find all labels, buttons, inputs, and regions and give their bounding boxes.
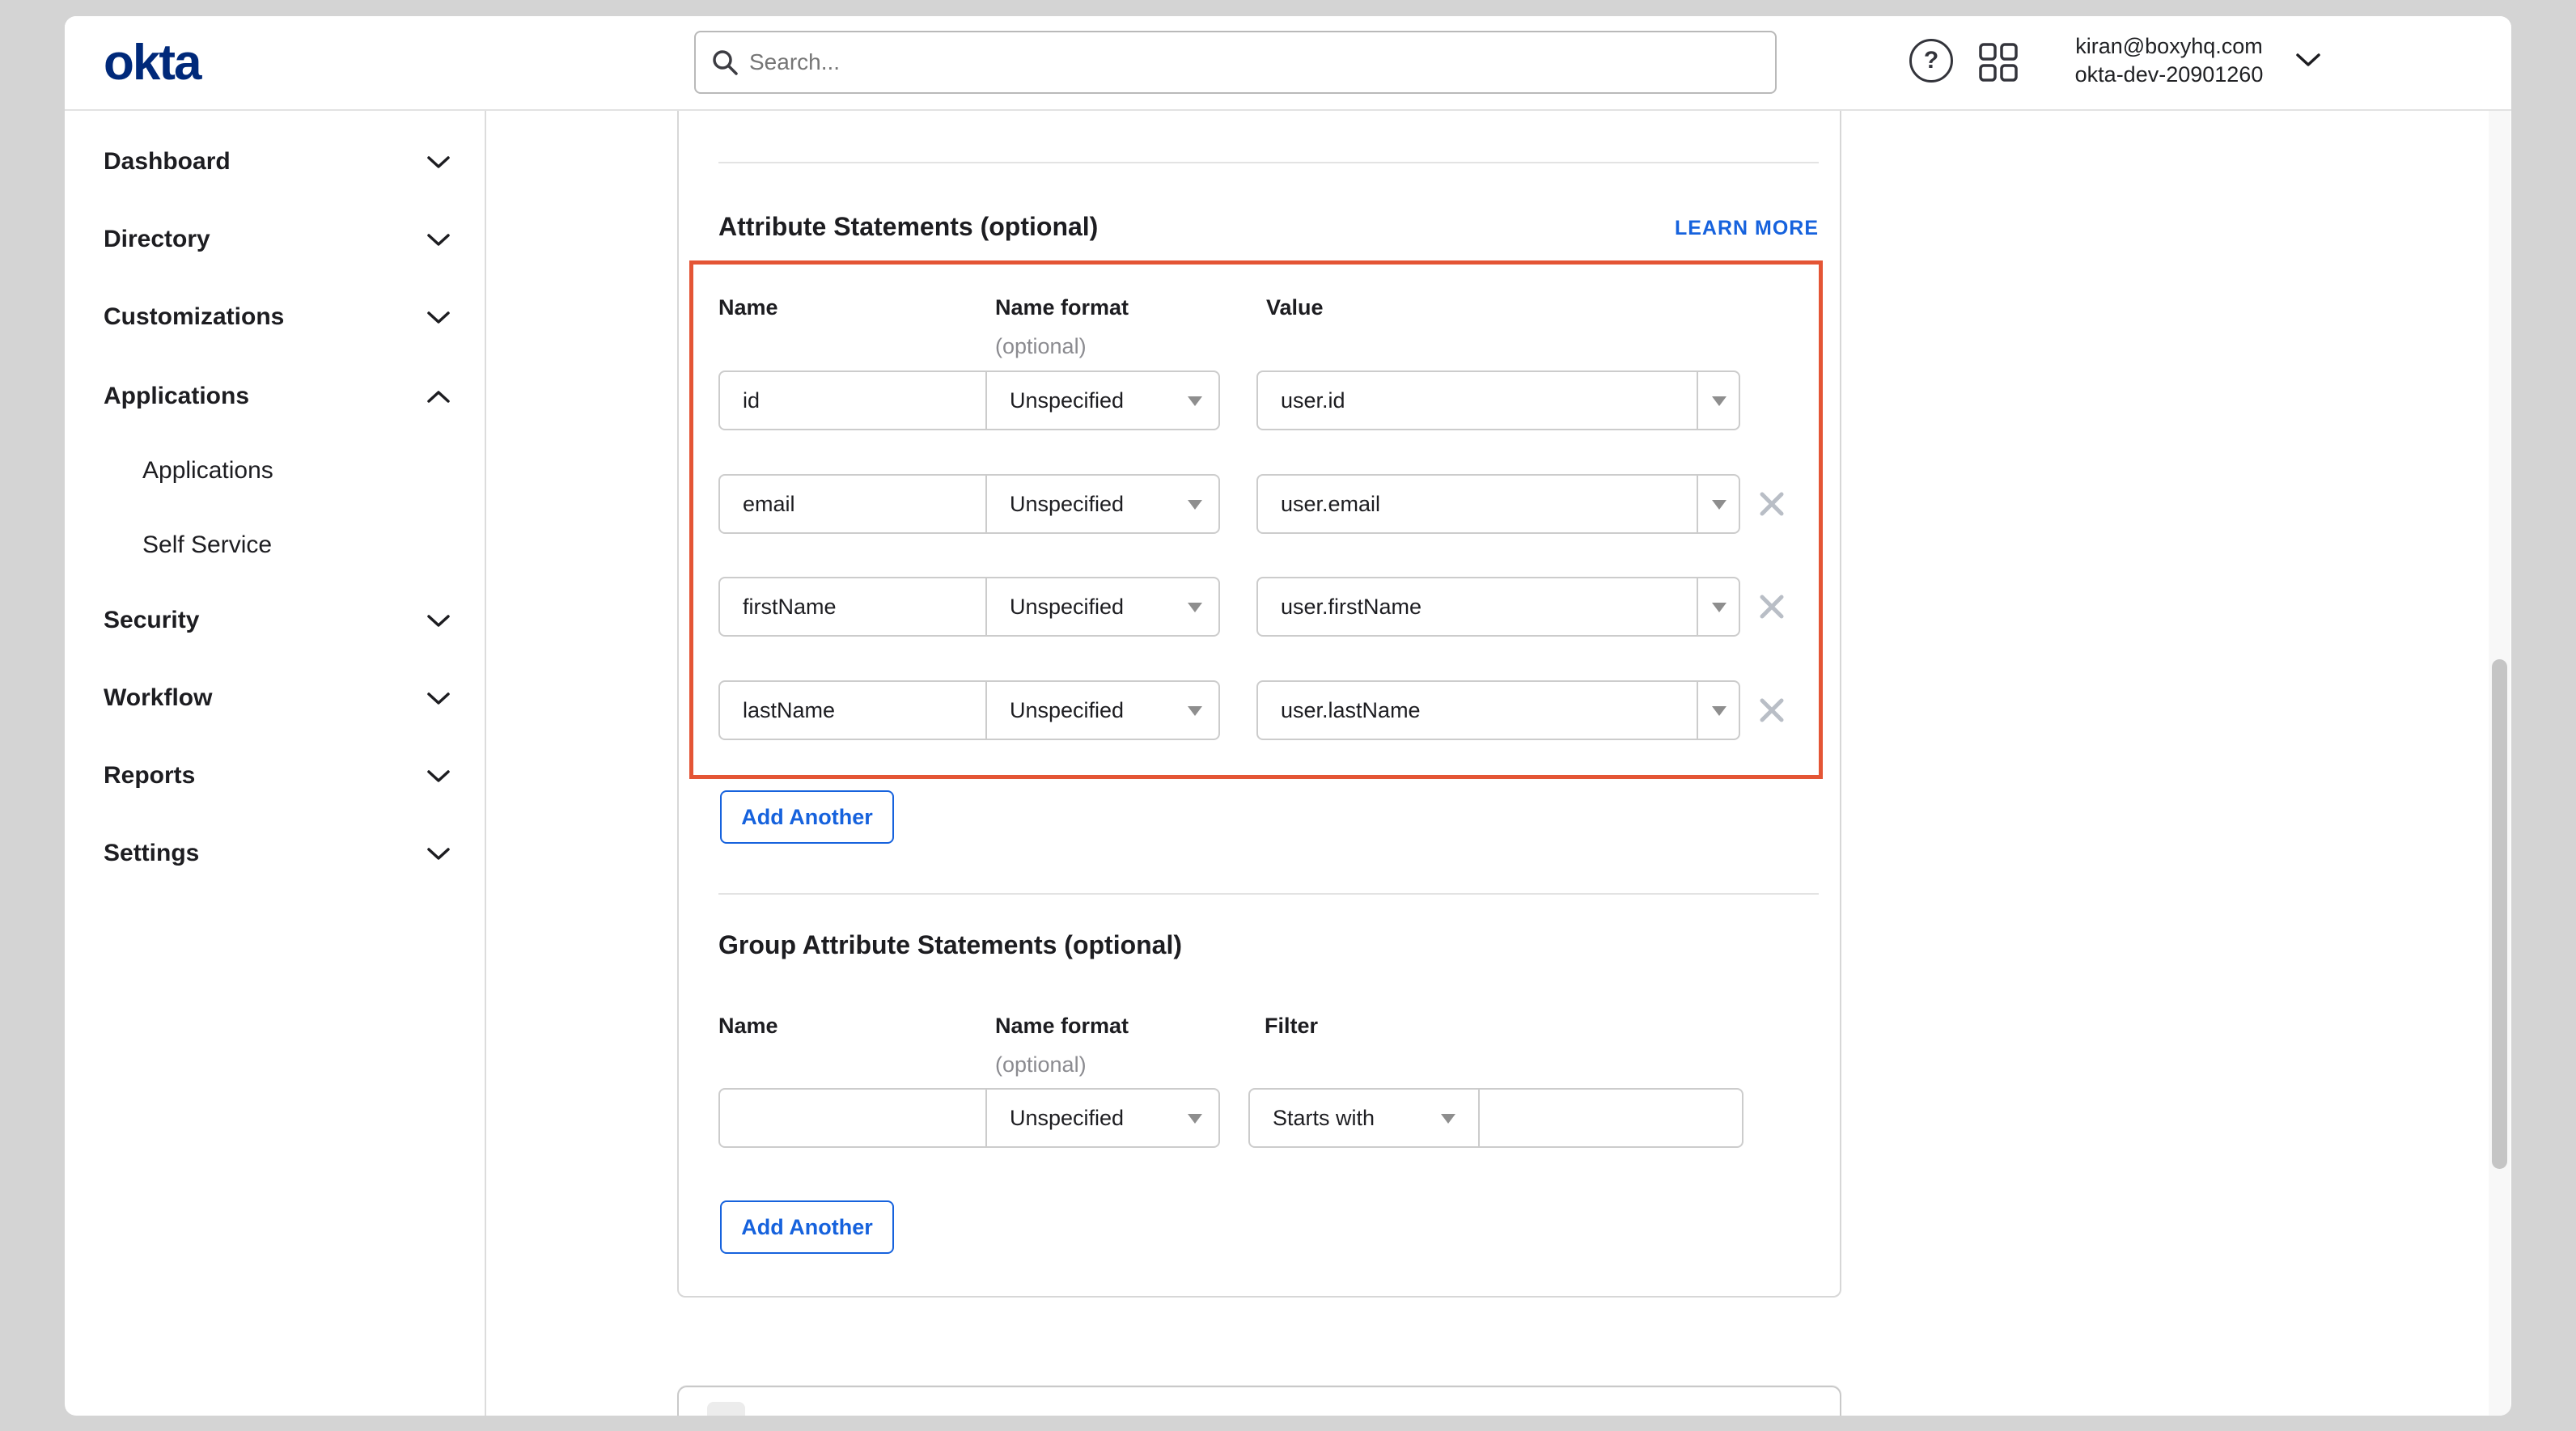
section-divider bbox=[718, 162, 1819, 163]
chevron-down-icon bbox=[426, 233, 451, 247]
global-search bbox=[694, 31, 1777, 94]
dropdown-arrow-icon bbox=[1712, 706, 1727, 716]
column-header-name: Name bbox=[718, 1014, 778, 1039]
user-email: kiran@boxyhq.com bbox=[2053, 32, 2285, 61]
name-format-select[interactable]: Unspecified bbox=[987, 372, 1220, 429]
column-header-name-format: Name format bbox=[995, 295, 1129, 320]
dropdown-arrow-icon bbox=[1712, 396, 1727, 406]
name-format-select[interactable]: Unspecified bbox=[987, 1090, 1220, 1146]
dropdown-arrow-icon bbox=[1188, 396, 1202, 406]
value-dropdown-button[interactable] bbox=[1697, 372, 1739, 429]
value-dropdown-button[interactable] bbox=[1697, 682, 1739, 739]
app-switcher-button[interactable] bbox=[1979, 43, 2018, 82]
attribute-name-input[interactable] bbox=[720, 372, 985, 429]
sidebar-divider bbox=[485, 111, 486, 1416]
dropdown-arrow-icon bbox=[1188, 603, 1202, 612]
name-format-select[interactable]: Unspecified bbox=[987, 476, 1220, 532]
attribute-statements-title: Attribute Statements (optional) bbox=[718, 212, 1098, 242]
name-format-select[interactable]: Unspecified bbox=[987, 578, 1220, 635]
attribute-name-input[interactable] bbox=[720, 476, 985, 532]
scrollbar-track bbox=[2489, 111, 2510, 1416]
remove-row-button[interactable] bbox=[1757, 592, 1786, 621]
top-header: okta ? kiran@boxyhq.com okta-dev-2090126… bbox=[65, 16, 2511, 111]
app-window: okta ? kiran@boxyhq.com okta-dev-2090126… bbox=[65, 16, 2511, 1416]
add-another-attribute-button[interactable]: Add Another bbox=[720, 790, 894, 844]
chevron-down-icon bbox=[426, 692, 451, 705]
question-mark-icon: ? bbox=[1924, 47, 1938, 74]
filter-type-select[interactable]: Starts with bbox=[1250, 1090, 1478, 1146]
remove-row-button[interactable] bbox=[1757, 696, 1786, 725]
value-dropdown-button[interactable] bbox=[1697, 476, 1739, 532]
dropdown-arrow-icon bbox=[1441, 1114, 1455, 1124]
section-divider bbox=[718, 893, 1819, 895]
chevron-down-icon bbox=[426, 155, 451, 169]
column-header-name-format: Name format bbox=[995, 1014, 1129, 1039]
attribute-value-combobox[interactable]: user.lastName bbox=[1281, 682, 1421, 739]
search-input[interactable] bbox=[694, 31, 1777, 94]
name-format-select[interactable]: Unspecified bbox=[987, 682, 1220, 739]
dropdown-arrow-icon bbox=[1188, 1114, 1202, 1124]
column-header-filter: Filter bbox=[1265, 1014, 1318, 1039]
group-name-input[interactable] bbox=[720, 1090, 985, 1146]
next-section-card bbox=[677, 1386, 1841, 1416]
dropdown-arrow-icon bbox=[1188, 706, 1202, 716]
sidebar-item-workflow[interactable]: Workflow bbox=[65, 682, 485, 714]
chevron-up-icon bbox=[426, 390, 451, 404]
dropdown-arrow-icon bbox=[1712, 500, 1727, 510]
scrollbar-thumb[interactable] bbox=[2492, 659, 2507, 1169]
grid-icon bbox=[1979, 43, 2018, 82]
column-note-optional: (optional) bbox=[995, 1052, 1087, 1077]
user-account-menu[interactable]: kiran@boxyhq.com okta-dev-20901260 bbox=[2053, 32, 2285, 89]
learn-more-link[interactable]: LEARN MORE bbox=[1675, 217, 1819, 240]
sidebar-item-security[interactable]: Security bbox=[65, 604, 485, 637]
dropdown-arrow-icon bbox=[1712, 603, 1727, 612]
chevron-down-icon bbox=[426, 614, 451, 628]
add-another-group-attribute-button[interactable]: Add Another bbox=[720, 1200, 894, 1254]
column-note-optional: (optional) bbox=[995, 334, 1087, 359]
close-icon bbox=[1757, 592, 1786, 621]
sidebar-item-settings[interactable]: Settings bbox=[65, 837, 485, 870]
attribute-name-input[interactable] bbox=[720, 578, 985, 635]
group-attribute-statements-title: Group Attribute Statements (optional) bbox=[718, 930, 1182, 960]
attribute-value-combobox[interactable]: user.firstName bbox=[1281, 578, 1421, 635]
sidebar-item-applications-sub[interactable]: Applications bbox=[65, 455, 485, 487]
page: { "header": { "logo_text": "okta", "sear… bbox=[0, 0, 2576, 1431]
chevron-down-icon bbox=[426, 769, 451, 783]
okta-logo[interactable]: okta bbox=[104, 34, 200, 91]
attribute-value-combobox[interactable]: user.email bbox=[1281, 476, 1380, 532]
org-name: okta-dev-20901260 bbox=[2053, 61, 2285, 89]
remove-row-button[interactable] bbox=[1757, 489, 1786, 519]
section-thumbnail-placeholder bbox=[707, 1402, 745, 1416]
sidebar-item-self-service[interactable]: Self Service bbox=[65, 529, 485, 561]
search-icon bbox=[710, 48, 739, 77]
chevron-down-icon bbox=[2294, 52, 2322, 68]
sidebar-item-applications[interactable]: Applications bbox=[65, 380, 485, 413]
attribute-name-input[interactable] bbox=[720, 682, 985, 739]
help-button[interactable]: ? bbox=[1909, 39, 1953, 83]
close-icon bbox=[1757, 696, 1786, 725]
sidebar-item-dashboard[interactable]: Dashboard bbox=[65, 146, 485, 178]
filter-value-input[interactable] bbox=[1480, 1090, 1743, 1146]
column-header-name: Name bbox=[718, 295, 778, 320]
close-icon bbox=[1757, 489, 1786, 519]
chevron-down-icon bbox=[426, 311, 451, 324]
value-dropdown-button[interactable] bbox=[1697, 578, 1739, 635]
column-header-value: Value bbox=[1266, 295, 1324, 320]
dropdown-arrow-icon bbox=[1188, 500, 1202, 510]
chevron-down-icon bbox=[426, 847, 451, 861]
attribute-value-combobox[interactable]: user.id bbox=[1281, 372, 1345, 429]
sidebar-item-directory[interactable]: Directory bbox=[65, 223, 485, 256]
sidebar-item-reports[interactable]: Reports bbox=[65, 760, 485, 792]
sidebar-item-customizations[interactable]: Customizations bbox=[65, 301, 485, 333]
